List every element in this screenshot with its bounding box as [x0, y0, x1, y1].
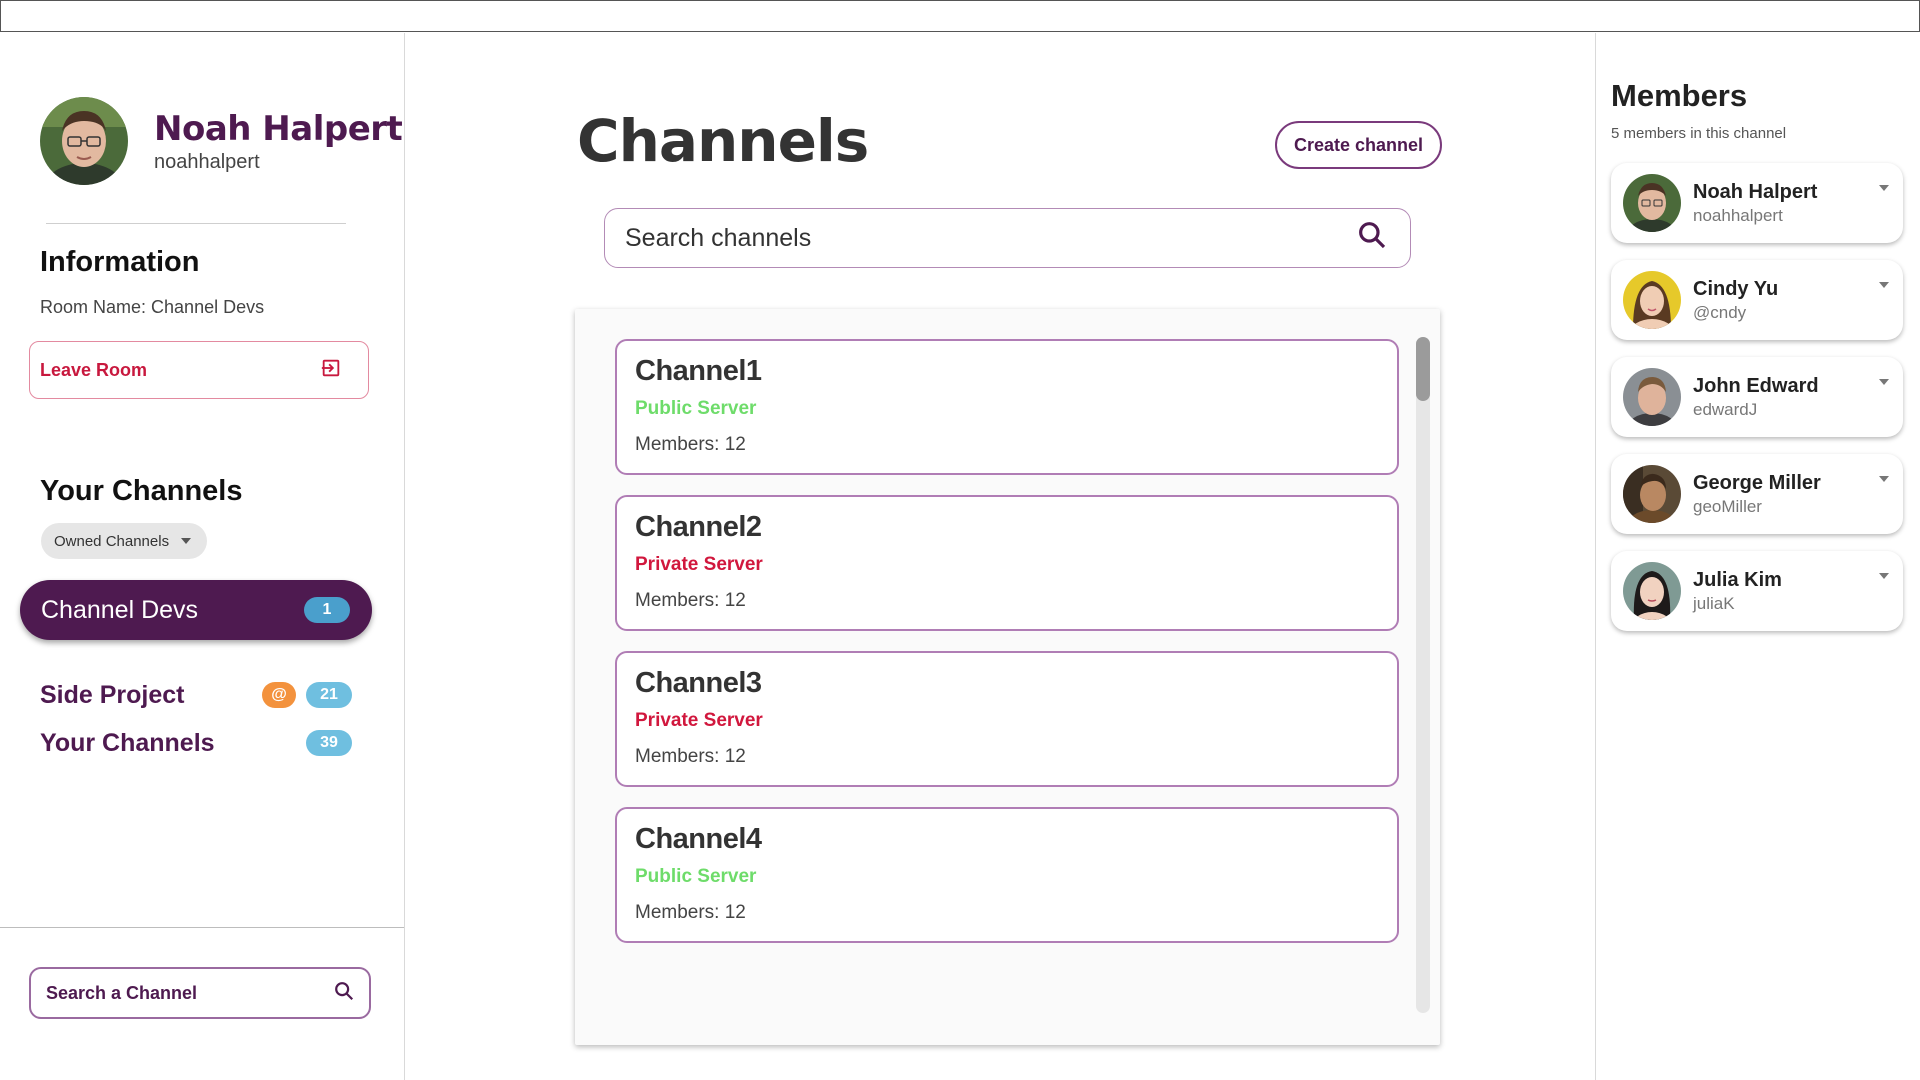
member-handle: geoMiller — [1693, 496, 1762, 516]
members-sidebar: Members 5 members in this channel Noah H… — [1595, 33, 1920, 1080]
chevron-down-icon[interactable] — [1879, 282, 1889, 288]
chevron-down-icon[interactable] — [1879, 573, 1889, 579]
sidebar-search-input[interactable]: Search a Channel — [29, 967, 371, 1019]
channel-name: Channel2 — [635, 511, 762, 543]
chevron-down-icon[interactable] — [1879, 476, 1889, 482]
channel-type: Public Server — [635, 398, 757, 419]
channel-card[interactable]: Channel4 Public Server Members: 12 — [615, 807, 1399, 943]
channel-item-label: Side Project — [40, 680, 185, 709]
member-name: Noah Halpert — [1693, 180, 1818, 203]
channel-name: Channel3 — [635, 667, 762, 699]
chevron-down-icon — [181, 538, 192, 544]
channel-item-your-channels[interactable]: Your Channels 39 — [40, 723, 352, 763]
user-avatar — [40, 97, 128, 185]
chevron-down-icon[interactable] — [1879, 185, 1889, 191]
channel-members: Members: 12 — [635, 902, 746, 923]
channel-card[interactable]: Channel1 Public Server Members: 12 — [615, 339, 1399, 475]
divider — [0, 927, 404, 928]
member-handle: edwardJ — [1693, 399, 1758, 419]
avatar — [1623, 271, 1681, 329]
channel-item-label: Your Channels — [40, 728, 215, 757]
channel-item-side-project[interactable]: Side Project @ 21 — [40, 675, 352, 715]
channel-type: Private Server — [635, 710, 763, 731]
member-name: John Edward — [1693, 374, 1819, 397]
left-sidebar: Noah Halpert noahhalpert Information Roo… — [0, 33, 405, 1080]
search-icon[interactable] — [1356, 219, 1388, 258]
scrollbar-thumb[interactable] — [1416, 337, 1430, 401]
avatar — [1623, 562, 1681, 620]
channel-item-active[interactable]: Channel Devs 1 — [20, 580, 372, 640]
page-title: Channels — [577, 107, 869, 175]
member-card[interactable]: Julia Kim juliaK — [1611, 551, 1903, 631]
channel-type: Public Server — [635, 866, 757, 887]
user-profile[interactable]: Noah Halpert noahhalpert — [40, 97, 403, 185]
channel-members: Members: 12 — [635, 590, 746, 611]
channel-list: Channel1 Public Server Members: 12 Chann… — [575, 309, 1440, 1045]
member-handle: juliaK — [1693, 593, 1735, 613]
member-card[interactable]: George Miller geoMiller — [1611, 454, 1903, 534]
avatar — [1623, 465, 1681, 523]
channel-search-input[interactable]: Search channels — [604, 208, 1411, 268]
divider — [46, 223, 346, 224]
member-name: Julia Kim — [1693, 568, 1782, 591]
owned-channels-dropdown[interactable]: Owned Channels — [41, 523, 208, 559]
member-handle: @cndy — [1693, 302, 1747, 322]
members-heading: Members — [1611, 78, 1748, 113]
member-name: Cindy Yu — [1693, 277, 1779, 300]
member-card[interactable]: John Edward edwardJ — [1611, 357, 1903, 437]
logout-icon — [320, 357, 342, 384]
member-name: George Miller — [1693, 471, 1821, 494]
your-channels-heading: Your Channels — [40, 475, 243, 507]
avatar — [1623, 368, 1681, 426]
search-icon — [333, 980, 355, 1007]
member-card[interactable]: Noah Halpert noahhalpert — [1611, 163, 1903, 243]
avatar — [1623, 174, 1681, 232]
unread-badge: 21 — [306, 682, 352, 708]
unread-badge: 39 — [306, 730, 352, 756]
user-name: Noah Halpert — [154, 108, 403, 149]
member-handle: noahhalpert — [1693, 205, 1783, 225]
unread-badge: 1 — [304, 597, 350, 623]
mention-badge: @ — [262, 682, 296, 708]
channel-search-placeholder: Search channels — [625, 223, 812, 252]
room-name-label: Room Name: Channel Devs — [40, 297, 265, 317]
chevron-down-icon[interactable] — [1879, 379, 1889, 385]
channel-type: Private Server — [635, 554, 763, 575]
sidebar-search-placeholder: Search a Channel — [46, 982, 198, 1003]
member-card[interactable]: Cindy Yu @cndy — [1611, 260, 1903, 340]
owned-channels-label: Owned Channels — [54, 532, 170, 550]
channel-name: Channel1 — [635, 355, 762, 387]
create-channel-button[interactable]: Create channel — [1275, 121, 1442, 169]
channel-item-label: Channel Devs — [41, 595, 199, 624]
channel-members: Members: 12 — [635, 746, 746, 767]
scrollbar-track[interactable] — [1416, 337, 1430, 1013]
leave-room-label: Leave Room — [40, 359, 148, 380]
members-count: 5 members in this channel — [1611, 125, 1787, 142]
channel-members: Members: 12 — [635, 434, 746, 455]
information-heading: Information — [40, 246, 200, 278]
window-top-bar — [0, 0, 1920, 32]
user-handle: noahhalpert — [154, 150, 260, 173]
leave-room-button[interactable]: Leave Room — [29, 341, 369, 399]
channel-card[interactable]: Channel2 Private Server Members: 12 — [615, 495, 1399, 631]
channel-card[interactable]: Channel3 Private Server Members: 12 — [615, 651, 1399, 787]
channel-name: Channel4 — [635, 823, 762, 855]
